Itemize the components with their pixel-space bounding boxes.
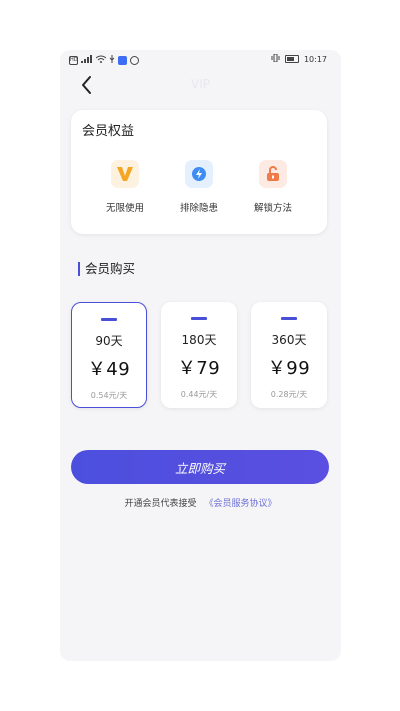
app-notification-icon [118, 55, 127, 65]
battery-icon [284, 55, 299, 63]
plan-days: 180天 [181, 333, 217, 347]
plan-dash [101, 318, 117, 321]
plan-card-180[interactable]: 180天 ￥79 0.44元/天 [161, 302, 237, 408]
app-notification-icon-2 [130, 55, 139, 65]
wifi-icon [95, 55, 107, 65]
app-screen: HD 10:17 VIP 会员权益 无限使用 排除隐患 解锁方法 会员购买 90… [60, 50, 341, 661]
status-icons-left: HD [69, 55, 139, 65]
benefit-eliminate-risks: 排除隐患 [164, 160, 234, 214]
page-title: VIP [191, 77, 210, 91]
plan-unit-price: 0.28元/天 [270, 390, 308, 399]
benefit-label: 排除隐患 [179, 203, 218, 214]
v-badge-icon [111, 160, 139, 188]
status-time: 10:17 [303, 54, 327, 64]
plan-unit-price: 0.54元/天 [90, 391, 128, 400]
plan-days: 360天 [271, 333, 307, 347]
status-icons-right: 10:17 [271, 53, 327, 64]
plan-price: ￥79 [177, 358, 221, 379]
benefit-unlimited: 无限使用 [90, 160, 160, 214]
plan-unit-price: 0.44元/天 [180, 390, 218, 399]
benefits-card: 会员权益 无限使用 排除隐患 解锁方法 [71, 110, 327, 234]
agreement-text: 开通会员代表接受 [124, 499, 197, 509]
service-agreement-link[interactable]: 《会员服务协议》 [205, 499, 277, 509]
buy-now-button[interactable]: 立即购买 [71, 450, 329, 484]
hd-icon: HD [69, 55, 78, 65]
status-bar: HD 10:17 [60, 50, 341, 70]
benefit-label: 无限使用 [105, 203, 144, 214]
plan-dash [191, 317, 207, 320]
plan-days: 90天 [95, 334, 123, 348]
benefits-title: 会员权益 [82, 124, 135, 139]
benefit-label: 解锁方法 [253, 203, 292, 214]
purchase-section-title: 会员购买 [78, 262, 135, 276]
lightning-icon [185, 160, 213, 188]
signal-icon [81, 55, 93, 65]
plan-card-90[interactable]: 90天 ￥49 0.54元/天 [71, 302, 147, 408]
vibrate-icon [271, 53, 280, 64]
usb-icon [109, 55, 115, 65]
plan-price: ￥49 [87, 359, 131, 380]
benefit-unlock-methods: 解锁方法 [238, 160, 308, 214]
unlock-icon [259, 160, 287, 188]
agreement-notice: 开通会员代表接受 《会员服务协议》 [60, 496, 341, 509]
top-bar: VIP [60, 70, 341, 100]
plan-dash [281, 317, 297, 320]
plan-card-360[interactable]: 360天 ￥99 0.28元/天 [251, 302, 327, 408]
plan-price: ￥99 [267, 358, 311, 379]
